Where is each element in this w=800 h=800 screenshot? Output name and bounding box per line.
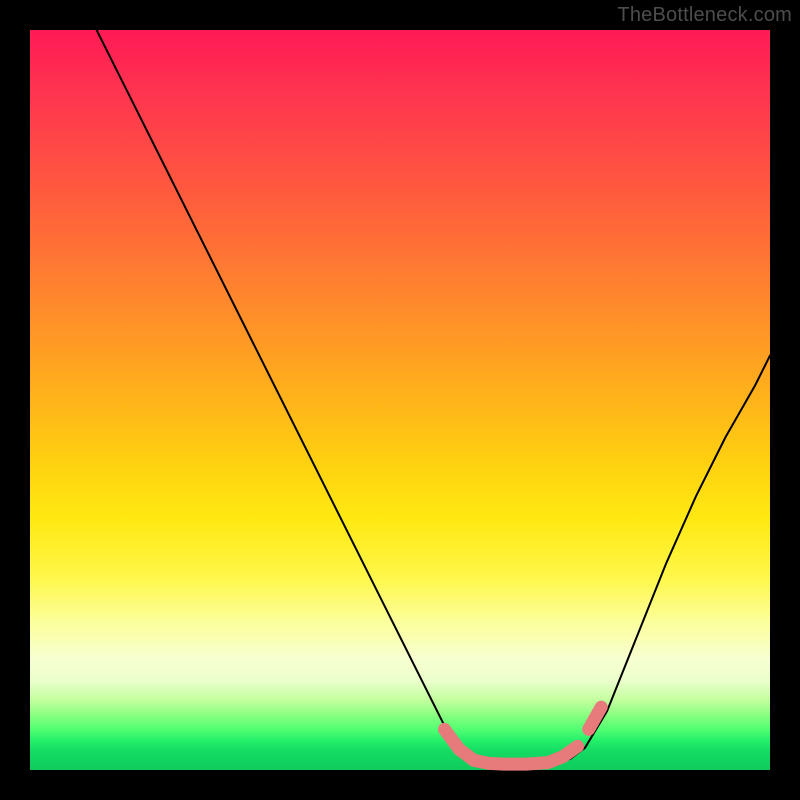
plot-area (30, 30, 770, 770)
black-curve-path (97, 30, 770, 765)
pink-highlight-path (444, 729, 577, 764)
pink-highlight-right-path (589, 707, 602, 729)
watermark-text: TheBottleneck.com (617, 4, 792, 27)
chart-frame: TheBottleneck.com (0, 0, 800, 800)
curve-layer (30, 30, 770, 770)
